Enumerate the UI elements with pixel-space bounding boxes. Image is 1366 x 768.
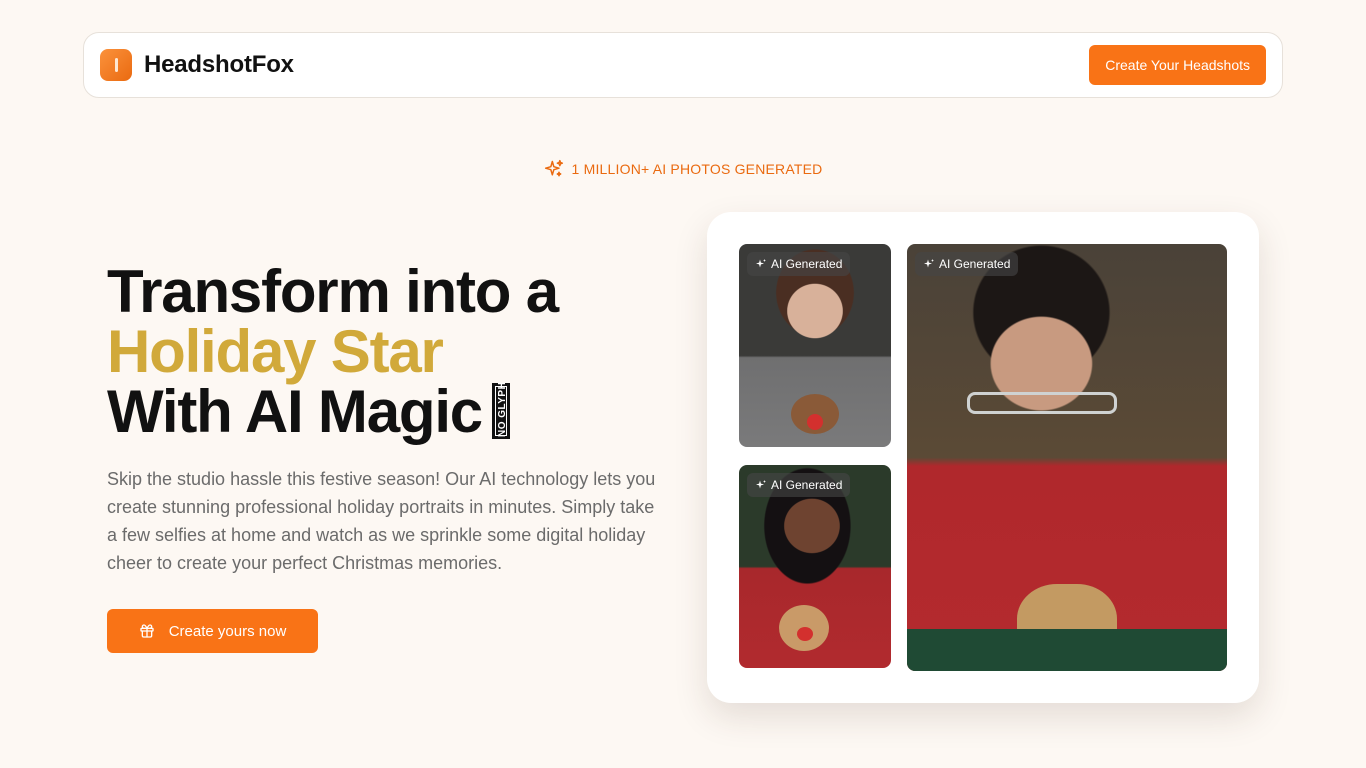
create-yours-now-button[interactable]: Create yours now [107, 609, 318, 653]
ai-generated-tag: AI Generated [915, 252, 1019, 276]
portrait-gallery-card: AI Generated AI Generated AI Generated [707, 212, 1259, 703]
create-yours-now-label: Create yours now [168, 622, 287, 640]
reindeer-nose-decoration [797, 627, 813, 641]
brand-name: HeadshotFox [144, 51, 294, 78]
hero-title-line-3: With AI Magic NO GLYPH [107, 382, 667, 442]
sweater-stripe-decoration [907, 629, 1227, 671]
sparkle-icon [756, 259, 766, 268]
brand[interactable]: HeadshotFox [100, 49, 294, 81]
reindeer-nose-decoration [807, 414, 823, 430]
badge-text: 1 MILLION+ AI PHOTOS GENERATED [571, 161, 823, 177]
hero-description: Skip the studio hassle this festive seas… [107, 469, 656, 573]
portrait-photo-woman-1: AI Generated [739, 244, 891, 447]
create-headshots-button[interactable]: Create Your Headshots [1089, 45, 1266, 85]
ai-generated-label: AI Generated [939, 257, 1011, 271]
sparkle-icon [756, 480, 766, 489]
photos-generated-badge: 1 MILLION+ AI PHOTOS GENERATED [0, 159, 1366, 179]
portrait-photo-woman-2: AI Generated [739, 465, 891, 668]
missing-glyph-icon: NO GLYPH [491, 382, 510, 440]
top-navbar: HeadshotFox Create Your Headshots [83, 32, 1283, 98]
ai-generated-tag: AI Generated [747, 473, 851, 497]
sparkles-icon [544, 159, 563, 177]
ai-generated-tag: AI Generated [747, 252, 851, 276]
ai-generated-label: AI Generated [771, 257, 843, 271]
fox-logo-icon [100, 49, 132, 81]
hero-title-line-1: Transform into a [107, 258, 559, 325]
hero-title: Transform into a Holiday Star With AI Ma… [107, 262, 667, 442]
glasses-decoration [967, 392, 1117, 414]
hero-title-line-3-text: With AI Magic [107, 378, 483, 445]
ai-generated-label: AI Generated [771, 478, 843, 492]
portrait-photo-man: AI Generated [907, 244, 1227, 671]
sparkle-icon [924, 259, 934, 268]
gift-icon [140, 624, 154, 638]
hero-title-highlight: Holiday Star [107, 318, 444, 385]
